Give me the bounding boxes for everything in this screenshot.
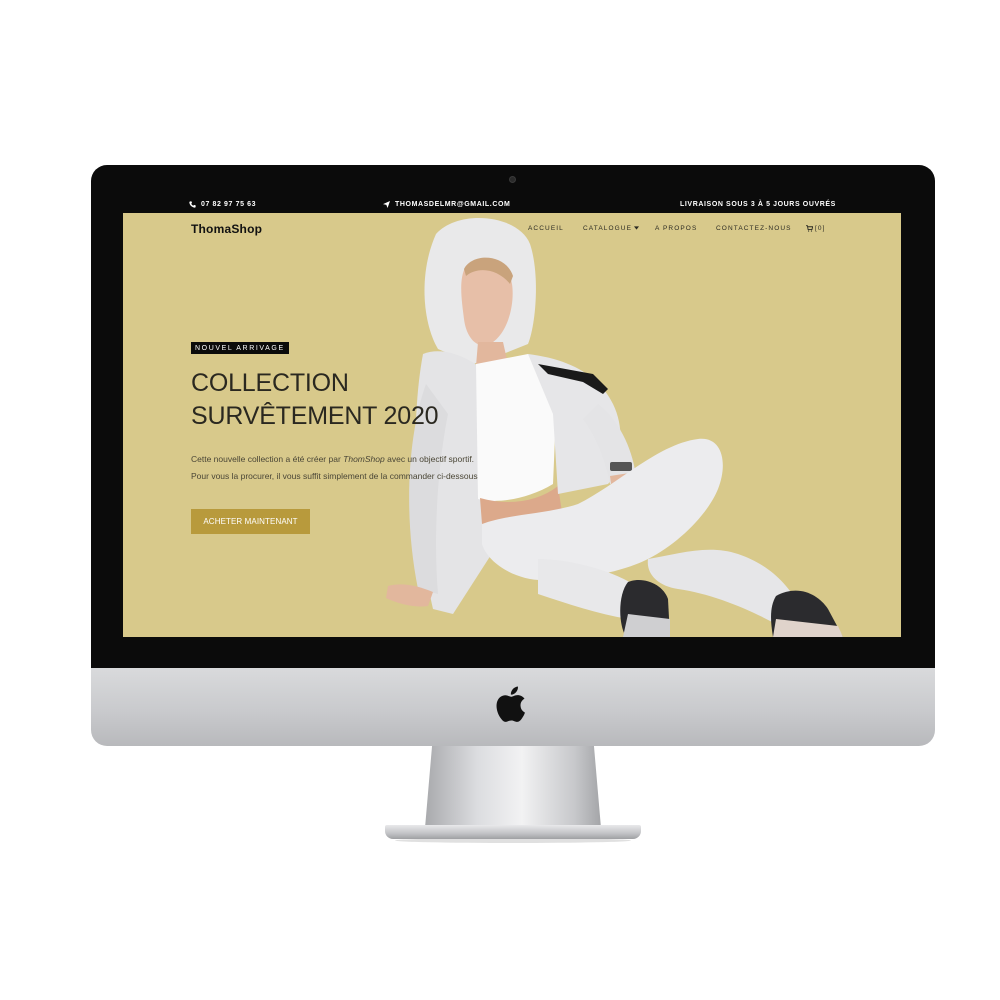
hero-description-part1: Cette nouvelle collection a été créer pa… — [191, 454, 344, 464]
monitor-stand — [425, 746, 601, 828]
top-info-bar: 07 82 97 75 63 THOMASDELMR@GMAIL.COM LIV… — [123, 196, 901, 213]
camera-icon — [509, 176, 516, 183]
hero-description: Cette nouvelle collection a été créer pa… — [191, 451, 481, 485]
shipping-info: LIVRAISON SOUS 3 À 5 JOURS OUVRÉS — [680, 201, 836, 208]
email-address: THOMASDELMR@GMAIL.COM — [395, 201, 511, 208]
buy-now-button[interactable]: ACHETER MAINTENANT — [191, 509, 310, 534]
hero-title-line1: COLLECTION — [191, 369, 349, 397]
hero-title: COLLECTION SURVÊTEMENT 2020 — [191, 367, 521, 433]
hero-title-line2: SURVÊTEMENT 2020 — [191, 402, 439, 430]
site-logo[interactable]: ThomaShop — [191, 222, 262, 236]
send-icon — [383, 201, 390, 208]
topbar-shipping: LIVRAISON SOUS 3 À 5 JOURS OUVRÉS — [680, 201, 836, 208]
topbar-email[interactable]: THOMASDELMR@GMAIL.COM — [383, 201, 510, 208]
imac-mockup: 07 82 97 75 63 THOMASDELMR@GMAIL.COM LIV… — [0, 0, 1000, 1000]
phone-icon — [189, 201, 196, 208]
topbar-phone[interactable]: 07 82 97 75 63 — [189, 201, 256, 208]
apple-logo-icon — [496, 686, 525, 722]
website-screen: 07 82 97 75 63 THOMASDELMR@GMAIL.COM LIV… — [123, 196, 901, 637]
phone-number: 07 82 97 75 63 — [201, 201, 257, 208]
new-arrival-badge: NOUVEL ARRIVAGE — [191, 342, 289, 354]
hero-description-brand: ThomShop — [343, 454, 385, 464]
monitor-foot — [385, 825, 641, 839]
